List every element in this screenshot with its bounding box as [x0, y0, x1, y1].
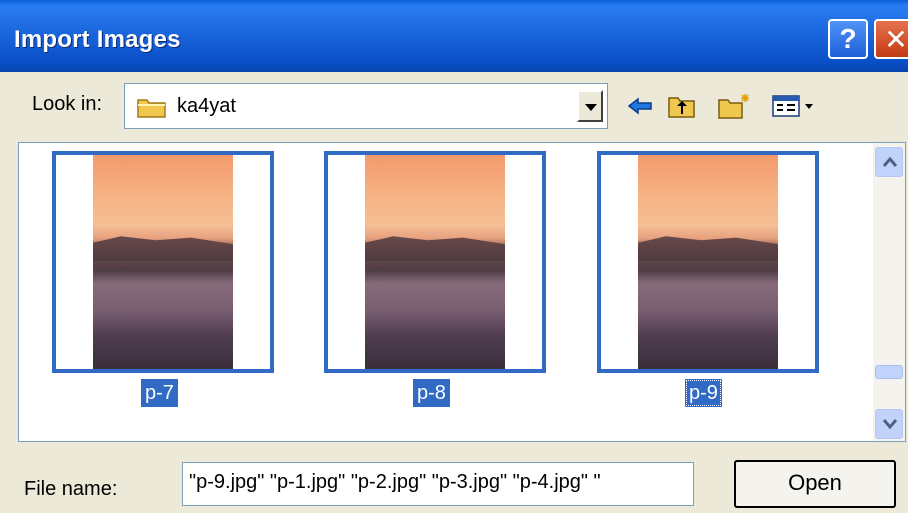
chevron-down-icon[interactable] [577, 90, 603, 122]
thumbnail-item[interactable] [597, 151, 819, 373]
lookin-combobox[interactable]: ka4yat [124, 83, 608, 129]
thumbnail-image [638, 155, 778, 369]
title-bar: Import Images ? ✕ [0, 0, 908, 72]
thumbnail-image [93, 155, 233, 369]
back-icon[interactable] [622, 88, 658, 124]
lookin-label: Look in: [32, 93, 103, 115]
close-button[interactable]: ✕ [874, 19, 908, 59]
thumbnail-item[interactable] [52, 151, 274, 373]
filename-label: File name: [24, 478, 118, 500]
scrollbar-thumb[interactable] [875, 365, 903, 379]
new-folder-icon[interactable] [716, 88, 752, 124]
view-menu-icon[interactable] [770, 88, 824, 124]
up-folder-icon[interactable] [664, 88, 700, 124]
thumbnail-label: p-9 [685, 379, 722, 407]
thumbnail-label: p-7 [141, 379, 178, 407]
open-button[interactable]: Open [734, 460, 896, 508]
folder-icon [137, 96, 167, 123]
help-button[interactable]: ? [828, 19, 868, 59]
thumbnail-image [365, 155, 505, 369]
filename-input[interactable]: "p-9.jpg" "p-1.jpg" "p-2.jpg" "p-3.jpg" … [182, 462, 694, 506]
window-title: Import Images [14, 26, 181, 53]
scroll-down-icon[interactable] [875, 409, 903, 439]
vertical-scrollbar[interactable] [873, 143, 905, 441]
scroll-up-icon[interactable] [875, 147, 903, 177]
lookin-value: ka4yat [177, 95, 236, 117]
thumbnail-label: p-8 [413, 379, 450, 407]
thumbnail-pane[interactable]: p-7 p-8 p-9 [18, 142, 906, 442]
thumbnail-item[interactable] [324, 151, 546, 373]
